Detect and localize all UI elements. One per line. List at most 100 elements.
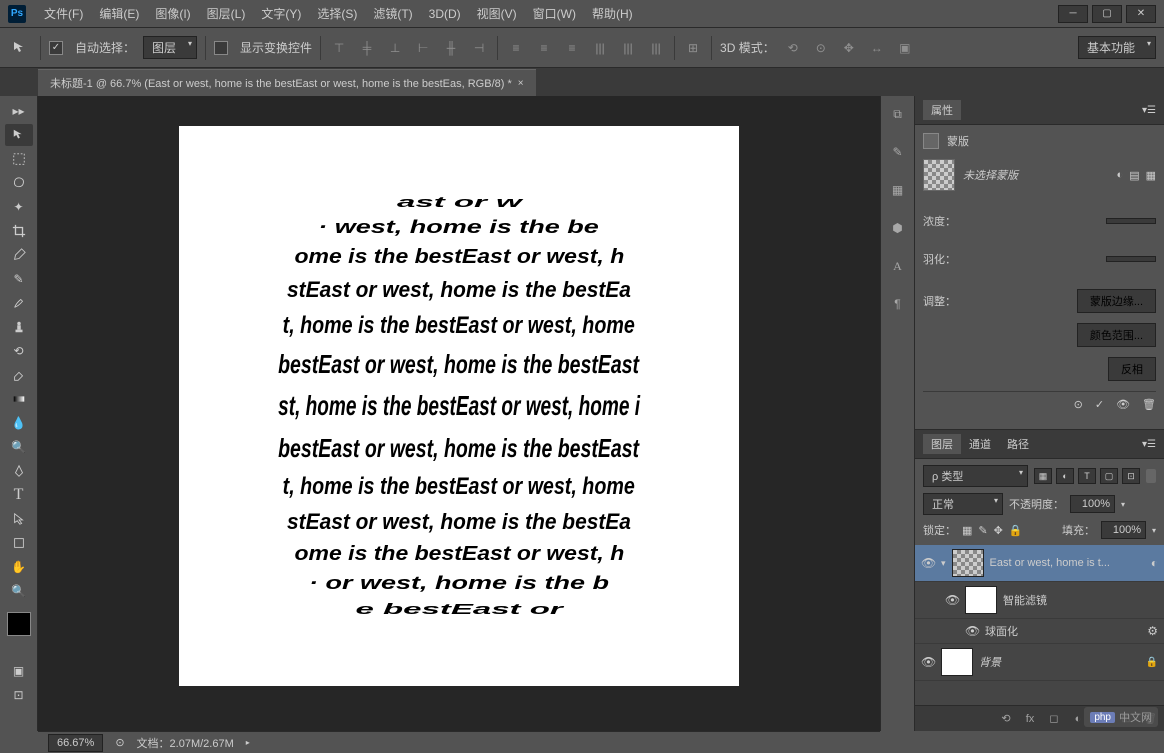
align-right-icon[interactable]: ⊣ (469, 38, 489, 58)
zoom-slider-icon[interactable]: ⊙ (115, 736, 124, 749)
zoom-tool[interactable]: 🔍 (5, 580, 33, 602)
link-layers-icon[interactable]: ⟲ (998, 711, 1014, 727)
3d-roll-icon[interactable]: ⊙ (811, 38, 831, 58)
close-button[interactable]: ✕ (1126, 5, 1156, 23)
brush-tool[interactable] (5, 292, 33, 314)
menu-layer[interactable]: 图层(L) (199, 5, 254, 22)
menu-edit[interactable]: 编辑(E) (91, 5, 147, 22)
add-mask-icon[interactable]: ▦ (1146, 169, 1156, 182)
3d-pan-icon[interactable]: ✥ (839, 38, 859, 58)
character-panel-icon[interactable]: A (888, 256, 908, 276)
layer-name[interactable]: 背景 (979, 654, 1140, 670)
auto-align-icon[interactable]: ⊞ (683, 38, 703, 58)
layer-background[interactable]: 👁 背景 🔒 (915, 644, 1164, 681)
type-tool[interactable]: T (5, 484, 33, 506)
distribute-vcenter-icon[interactable]: ≡ (534, 38, 554, 58)
pixel-mask-icon[interactable]: ◐ (1117, 169, 1124, 182)
vector-mask-icon[interactable]: ▤ (1129, 169, 1139, 182)
channels-tab[interactable]: 通道 (961, 434, 999, 454)
panel-menu-icon[interactable]: ▾☰ (1142, 105, 1156, 116)
mask-edge-button[interactable]: 蒙版边缘... (1077, 289, 1156, 313)
align-left-icon[interactable]: ⊢ (413, 38, 433, 58)
filter-pixel-icon[interactable]: ▦ (1034, 468, 1052, 484)
invert-button[interactable]: 反相 (1108, 357, 1156, 381)
doc-info[interactable]: 文档：2.07M/2.67M (137, 735, 234, 751)
quick-mask-icon[interactable]: ▣ (5, 660, 33, 682)
menu-image[interactable]: 图像(I) (147, 5, 198, 22)
3d-slide-icon[interactable]: ↔ (867, 38, 887, 58)
toggle-mask-icon[interactable]: 👁 (1116, 398, 1130, 411)
align-top-icon[interactable]: ⊤ (329, 38, 349, 58)
lock-all-icon[interactable]: 🔒 (1009, 524, 1023, 537)
screen-mode-icon[interactable]: ⊡ (5, 684, 33, 706)
workspace-dropdown[interactable]: 基本功能 (1078, 36, 1156, 59)
lock-transparency-icon[interactable]: ▦ (962, 524, 972, 537)
menu-filter[interactable]: 滤镜(T) (365, 5, 420, 22)
shape-tool[interactable] (5, 532, 33, 554)
opacity-input[interactable]: 100% (1070, 495, 1115, 513)
menu-view[interactable]: 视图(V) (469, 5, 525, 22)
align-vcenter-icon[interactable]: ╪ (357, 38, 377, 58)
layer-smart-filters[interactable]: 👁 智能滤镜 (915, 582, 1164, 619)
feather-value[interactable] (1106, 256, 1156, 262)
filter-smart-icon[interactable]: ⊡ (1122, 468, 1140, 484)
align-hcenter-icon[interactable]: ╫ (441, 38, 461, 58)
minimize-button[interactable]: ─ (1058, 5, 1088, 23)
filter-shape-icon[interactable]: ▢ (1100, 468, 1118, 484)
move-tool[interactable] (5, 124, 33, 146)
visibility-icon[interactable]: 👁 (921, 556, 935, 570)
eyedropper-tool[interactable] (5, 244, 33, 266)
healing-tool[interactable]: ✎ (5, 268, 33, 290)
filter-type-icon[interactable]: T (1078, 468, 1096, 484)
styles-panel-icon[interactable]: ⬢ (888, 218, 908, 238)
properties-tab[interactable]: 属性 (923, 100, 961, 120)
distribute-left-icon[interactable]: ||| (590, 38, 610, 58)
filter-options-icon[interactable]: ⚙ (1147, 624, 1158, 638)
blend-mode-dropdown[interactable]: 正常 (923, 493, 1003, 515)
distribute-right-icon[interactable]: ||| (646, 38, 666, 58)
paths-tab[interactable]: 路径 (999, 434, 1037, 454)
stamp-tool[interactable] (5, 316, 33, 338)
color-range-button[interactable]: 颜色范围... (1077, 323, 1156, 347)
pen-tool[interactable] (5, 460, 33, 482)
delete-mask-icon[interactable]: 🗑 (1142, 398, 1156, 411)
swatches-panel-icon[interactable]: ▦ (888, 180, 908, 200)
layer-spherize-filter[interactable]: 👁 球面化 ⚙ (915, 619, 1164, 644)
document-tab[interactable]: 未标题-1 @ 66.7% (East or west, home is the… (38, 69, 536, 96)
menu-help[interactable]: 帮助(H) (584, 5, 641, 22)
3d-orbit-icon[interactable]: ⟲ (783, 38, 803, 58)
distribute-hcenter-icon[interactable]: ||| (618, 38, 638, 58)
layers-tab[interactable]: 图层 (923, 434, 961, 454)
gradient-tool[interactable] (5, 388, 33, 410)
fill-input[interactable]: 100% (1101, 521, 1146, 539)
doc-info-dropdown-icon[interactable]: ▸ (246, 738, 250, 747)
crop-tool[interactable] (5, 220, 33, 242)
add-mask-icon[interactable]: ◻ (1046, 711, 1062, 727)
dodge-tool[interactable]: 🔍 (5, 436, 33, 458)
menu-file[interactable]: 文件(F) (36, 5, 91, 22)
panel-menu-icon[interactable]: ▾☰ (1142, 439, 1156, 450)
layer-thumbnail[interactable] (941, 648, 973, 676)
3d-zoom-icon[interactable]: ▣ (895, 38, 915, 58)
blur-tool[interactable]: 💧 (5, 412, 33, 434)
distribute-top-icon[interactable]: ≡ (506, 38, 526, 58)
marquee-tool[interactable] (5, 148, 33, 170)
eraser-tool[interactable] (5, 364, 33, 386)
apply-mask-icon[interactable]: ✓ (1095, 398, 1104, 411)
hand-tool[interactable]: ✋ (5, 556, 33, 578)
canvas-area[interactable]: ast or w· west, home is the beome is the… (38, 96, 880, 731)
history-panel-icon[interactable]: ⧉ (888, 104, 908, 124)
brush-panel-icon[interactable]: ✎ (888, 142, 908, 162)
foreground-color[interactable] (7, 612, 31, 636)
align-bottom-icon[interactable]: ⊥ (385, 38, 405, 58)
visibility-icon[interactable]: 👁 (945, 593, 959, 607)
paragraph-panel-icon[interactable]: ¶ (888, 294, 908, 314)
visibility-icon[interactable]: 👁 (965, 624, 979, 638)
menu-type[interactable]: 文字(Y) (253, 5, 309, 22)
visibility-icon[interactable]: 👁 (921, 655, 935, 669)
history-brush-tool[interactable]: ⟲ (5, 340, 33, 362)
opacity-dropdown-icon[interactable]: ▾ (1121, 500, 1125, 509)
density-value[interactable] (1106, 218, 1156, 224)
maximize-button[interactable]: ▢ (1092, 5, 1122, 23)
layer-fx-icon[interactable]: fx (1022, 711, 1038, 727)
